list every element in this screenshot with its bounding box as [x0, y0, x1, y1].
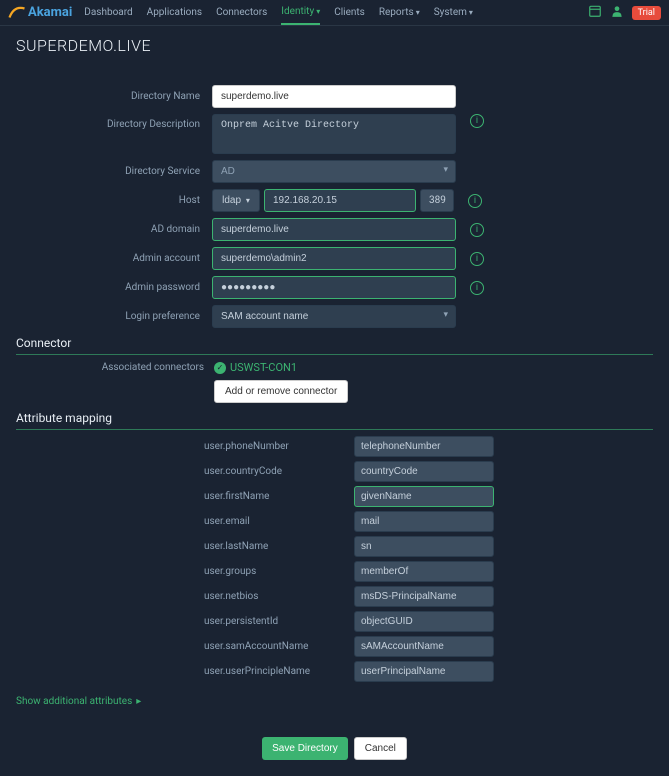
- input-ad-domain[interactable]: [212, 218, 456, 241]
- attribute-row: user.phoneNumber: [16, 436, 653, 457]
- host-protocol-select[interactable]: ldap ▾: [212, 189, 260, 212]
- save-button[interactable]: Save Directory: [262, 737, 348, 760]
- nav-identity[interactable]: Identity▾: [281, 0, 320, 25]
- info-icon[interactable]: i: [470, 281, 484, 295]
- input-dir-name[interactable]: [212, 85, 456, 108]
- label-admin-password: Admin password: [16, 282, 204, 293]
- attribute-label: user.groups: [16, 566, 336, 577]
- attribute-row: user.groups: [16, 561, 653, 582]
- attribute-row: user.persistentId: [16, 611, 653, 632]
- attribute-label: user.netbios: [16, 591, 336, 602]
- connector-name-text: USWST-CON1: [230, 361, 297, 374]
- topbar-icons: Trial: [588, 4, 661, 21]
- input-dir-desc[interactable]: [212, 114, 456, 154]
- nav-applications[interactable]: Applications: [147, 1, 202, 24]
- connector-item: ✓ USWST-CON1: [214, 361, 297, 374]
- input-dir-service[interactable]: [212, 160, 456, 183]
- label-dir-desc: Directory Description: [16, 114, 204, 130]
- attribute-input[interactable]: [354, 461, 494, 482]
- host-port[interactable]: 389: [420, 189, 454, 212]
- attribute-row: user.firstName: [16, 486, 653, 507]
- calendar-icon[interactable]: [588, 4, 602, 21]
- cancel-button[interactable]: Cancel: [354, 737, 407, 760]
- section-attr-mapping: Attribute mapping: [16, 411, 653, 425]
- attribute-label: user.userPrincipleName: [16, 666, 336, 677]
- attribute-label: user.firstName: [16, 491, 336, 502]
- check-icon: ✓: [214, 362, 226, 374]
- label-dir-service: Directory Service: [16, 166, 204, 177]
- attribute-input[interactable]: [354, 636, 494, 657]
- attribute-label: user.phoneNumber: [16, 441, 336, 452]
- trial-badge[interactable]: Trial: [632, 6, 661, 20]
- info-icon[interactable]: i: [470, 114, 484, 128]
- show-additional-attributes-link[interactable]: Show additional attributes▸: [16, 696, 141, 707]
- topbar: Akamai Dashboard Applications Connectors…: [0, 0, 669, 26]
- nav-dashboard[interactable]: Dashboard: [84, 1, 132, 24]
- attribute-label: user.persistentId: [16, 616, 336, 627]
- attribute-row: user.samAccountName: [16, 636, 653, 657]
- attribute-row: user.email: [16, 511, 653, 532]
- attribute-input[interactable]: [354, 611, 494, 632]
- label-host: Host: [16, 195, 204, 206]
- label-ad-domain: AD domain: [16, 224, 204, 235]
- nav-clients[interactable]: Clients: [334, 1, 365, 24]
- attribute-list: user.phoneNumber user.countryCode user.fir…: [16, 436, 653, 682]
- attribute-label: user.countryCode: [16, 466, 336, 477]
- info-icon[interactable]: i: [470, 223, 484, 237]
- info-icon[interactable]: i: [468, 194, 482, 208]
- add-remove-connector-button[interactable]: Add or remove connector: [214, 380, 348, 403]
- attribute-input[interactable]: [354, 661, 494, 682]
- attribute-label: user.email: [16, 516, 336, 527]
- label-admin-account: Admin account: [16, 253, 204, 264]
- attribute-input[interactable]: [354, 561, 494, 582]
- nav-connectors[interactable]: Connectors: [216, 1, 267, 24]
- brand-text: Akamai: [28, 5, 72, 20]
- user-icon[interactable]: [610, 4, 624, 21]
- attribute-row: user.netbios: [16, 586, 653, 607]
- label-login-pref: Login preference: [16, 311, 204, 322]
- attribute-input[interactable]: [354, 536, 494, 557]
- brand-logo[interactable]: Akamai: [8, 4, 78, 22]
- page-title: SUPERDEMO.LIVE: [16, 36, 653, 55]
- nav-reports[interactable]: Reports▾: [379, 1, 420, 24]
- attribute-input[interactable]: [354, 511, 494, 532]
- main-nav: Dashboard Applications Connectors Identi…: [84, 0, 473, 25]
- swoosh-icon: [8, 4, 26, 22]
- input-admin-password[interactable]: [212, 276, 456, 299]
- select-login-pref[interactable]: SAM account name: [212, 305, 456, 328]
- attribute-label: user.lastName: [16, 541, 336, 552]
- section-connector: Connector: [16, 336, 653, 350]
- label-assoc-conn: Associated connectors: [16, 362, 204, 373]
- attribute-row: user.countryCode: [16, 461, 653, 482]
- attribute-input[interactable]: [354, 586, 494, 607]
- nav-system[interactable]: System▾: [434, 1, 473, 24]
- attribute-row: user.userPrincipleName: [16, 661, 653, 682]
- input-admin-account[interactable]: [212, 247, 456, 270]
- attribute-label: user.samAccountName: [16, 641, 336, 652]
- input-host-addr[interactable]: [264, 189, 416, 212]
- attribute-input[interactable]: [354, 436, 494, 457]
- info-icon[interactable]: i: [470, 252, 484, 266]
- label-dir-name: Directory Name: [16, 91, 204, 102]
- attribute-row: user.lastName: [16, 536, 653, 557]
- attribute-input[interactable]: [354, 486, 494, 507]
